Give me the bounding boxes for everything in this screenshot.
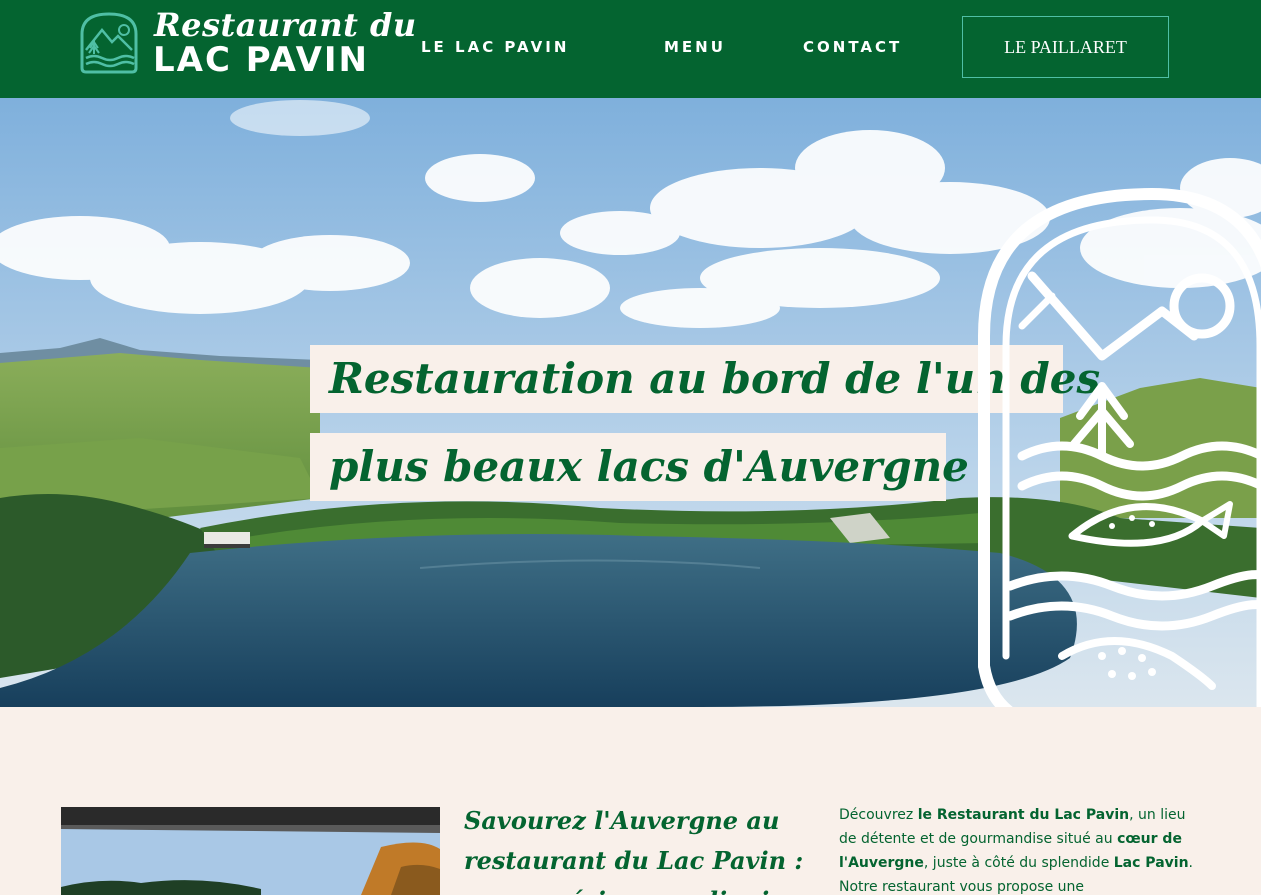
intro-text-1: Découvrez — [839, 807, 918, 823]
section-subtitle: Savourez l'Auvergne au restaurant du Lac… — [464, 806, 804, 895]
hero-banner: Restauration au bord de l'un des plus be… — [0, 98, 1261, 707]
lake-pavin-emblem-icon — [978, 188, 1261, 707]
intro-text-3: , juste à côté du splendide — [923, 855, 1114, 871]
hero-title-line-2: plus beaux lacs d'Auvergne — [310, 433, 969, 501]
restaurant-terrace-photo — [61, 807, 440, 895]
restaurant-logo[interactable]: Restaurant du LAC PAVIN — [74, 6, 416, 80]
mountain-lake-badge-icon — [80, 12, 138, 74]
intro-bold-restaurant: le Restaurant du Lac Pavin — [917, 807, 1130, 823]
intro-paragraph: Découvrez le Restaurant du Lac Pavin, un… — [839, 803, 1194, 895]
intro-bold-lac-pavin: Lac Pavin — [1113, 855, 1189, 871]
le-paillaret-button[interactable]: LE PAILLARET — [962, 16, 1169, 78]
site-header: Restaurant du LAC PAVIN LE LAC PAVIN MEN… — [0, 0, 1261, 98]
logo-script-text: Restaurant du — [154, 6, 417, 44]
hero-title-line-1: Restauration au bord de l'un des — [310, 345, 1100, 413]
nav-link-le-lac-pavin[interactable]: LE LAC PAVIN — [421, 38, 569, 56]
logo-main-text: LAC PAVIN — [153, 40, 369, 80]
nav-link-contact[interactable]: CONTACT — [803, 38, 902, 56]
nav-link-menu[interactable]: MENU — [664, 38, 726, 56]
